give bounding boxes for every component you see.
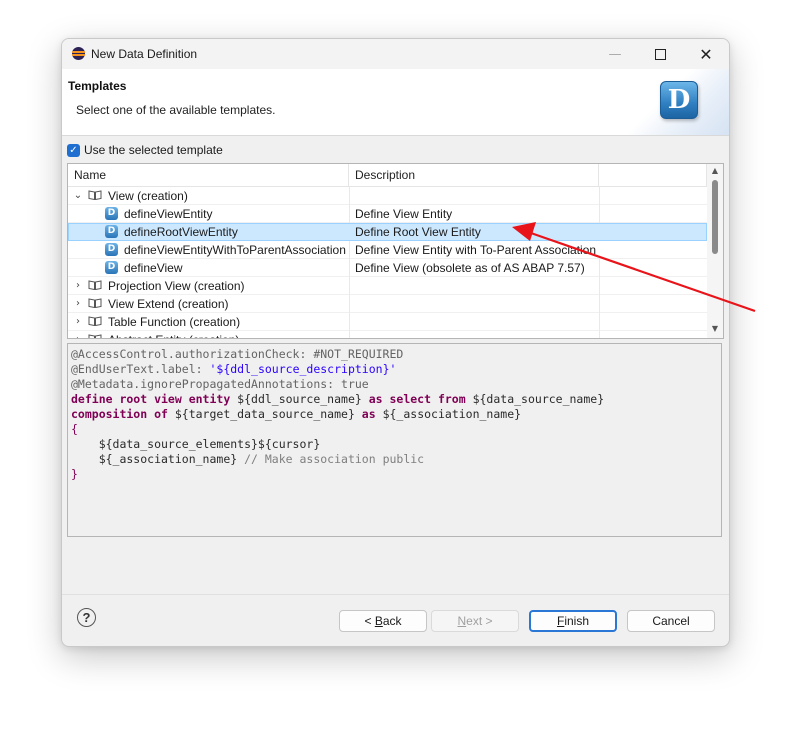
code-keyword: as select from <box>361 392 473 406</box>
title-bar: New Data Definition — ✕ <box>62 39 729 69</box>
code-variable: ${data_source_elements}${cursor} <box>71 437 321 451</box>
tree-row-defineView[interactable]: D defineView Define View (obsolete as of… <box>68 259 707 277</box>
back-label-rest: ack <box>382 614 402 628</box>
tree-row-label: View Extend (creation) <box>108 297 229 311</box>
chevron-right-icon[interactable]: › <box>72 313 84 331</box>
tree-row-description: Define Root View Entity <box>355 225 481 239</box>
chevron-right-icon[interactable]: › <box>72 331 84 338</box>
code-keyword: as <box>354 407 383 421</box>
tree-row-table-function-creation[interactable]: › Table Function (creation) <box>68 313 707 331</box>
back-button[interactable]: < Back <box>339 610 427 632</box>
code-annotation: @AccessControl.authorizationCheck: #NOT_… <box>71 347 404 361</box>
maximize-button[interactable] <box>637 39 683 69</box>
finish-label-mnemonic: F <box>556 614 565 628</box>
tree-rows: ⌄ View (creation) D defineViewEntity Def… <box>68 187 707 338</box>
tree-row-label: defineRootViewEntity <box>124 225 238 239</box>
use-template-checkbox-row[interactable]: ✓ Use the selected template <box>67 142 223 158</box>
code-variable: ${ddl_source_name} <box>237 392 362 406</box>
tree-row-description: Define View Entity with To-Parent Associ… <box>355 243 597 257</box>
book-icon <box>88 190 102 200</box>
finish-label-rest: inish <box>564 614 590 628</box>
tree-row-projection-view-creation[interactable]: › Projection View (creation) <box>68 277 707 295</box>
tree-row-label: Table Function (creation) <box>108 315 241 329</box>
book-icon <box>88 334 102 338</box>
chevron-down-icon[interactable]: ⌄ <box>72 187 84 205</box>
templates-tree[interactable]: Name Description ⌄ View (creation) D def… <box>67 163 724 339</box>
scroll-down-icon[interactable]: ▼ <box>707 322 723 336</box>
use-template-label: Use the selected template <box>84 143 223 157</box>
scroll-up-icon[interactable]: ▲ <box>707 164 723 178</box>
code-variable: ${target_data_source_name} <box>174 407 355 421</box>
tree-row-label: View (creation) <box>108 189 188 203</box>
maximize-icon <box>654 48 666 60</box>
chevron-right-icon[interactable]: › <box>72 277 84 295</box>
finish-button[interactable]: Finish <box>529 610 617 632</box>
code-brace: { <box>71 422 78 436</box>
code-comment: // Make association public <box>237 452 425 466</box>
tree-row-label: Abstract Entity (creation) <box>108 331 239 338</box>
tree-row-defineViewEntity[interactable]: D defineViewEntity Define View Entity <box>68 205 707 223</box>
page-title: Templates <box>68 79 127 93</box>
column-header-extra <box>599 164 707 186</box>
help-button[interactable]: ? <box>77 608 96 627</box>
wizard-header: Templates Select one of the available te… <box>62 69 729 136</box>
code-annotation: @Metadata.ignorePropagatedAnnotations: t… <box>71 377 369 391</box>
column-header-name[interactable]: Name <box>68 164 349 186</box>
tree-row-description: Define View (obsolete as of AS ABAP 7.57… <box>355 261 585 275</box>
back-label-prefix: < <box>364 614 375 628</box>
minimize-button[interactable]: — <box>592 39 638 69</box>
tree-row-label: Projection View (creation) <box>108 279 245 293</box>
book-icon <box>88 280 102 290</box>
tree-row-view-extend-creation[interactable]: › View Extend (creation) <box>68 295 707 313</box>
code-keyword: composition of <box>71 407 175 421</box>
eclipse-app-icon <box>72 47 85 60</box>
template-preview: @AccessControl.authorizationCheck: #NOT_… <box>67 343 722 537</box>
scroll-thumb[interactable] <box>712 180 718 254</box>
tree-vertical-scrollbar[interactable]: ▲ ▼ <box>707 164 723 338</box>
next-button[interactable]: Next > <box>431 610 519 632</box>
next-label-rest: ext > <box>466 614 493 628</box>
ddl-template-icon: D <box>105 261 118 274</box>
book-icon <box>88 298 102 308</box>
window-title: New Data Definition <box>91 47 198 61</box>
tree-row-label: defineViewEntityWithToParentAssociation <box>124 243 346 257</box>
code-keyword: define root view entity <box>71 392 238 406</box>
code-annotation: @EndUserText.label: <box>71 362 210 376</box>
book-icon <box>88 316 102 326</box>
chevron-right-icon[interactable]: › <box>72 295 84 313</box>
ddl-wizard-logo-icon: D <box>660 81 698 119</box>
tree-row-label: defineView <box>124 261 183 275</box>
code-variable: ${_association_name} <box>382 407 522 421</box>
tree-row-view-creation[interactable]: ⌄ View (creation) <box>68 187 707 205</box>
code-variable: ${data_source_name} <box>472 392 605 406</box>
back-label-mnemonic: B <box>374 614 383 628</box>
tree-row-defineViewEntityWithToParentAssociation[interactable]: D defineViewEntityWithToParentAssociatio… <box>68 241 707 259</box>
ddl-template-icon: D <box>105 225 118 238</box>
page-description: Select one of the available templates. <box>76 103 276 117</box>
code-variable: ${_association_name} <box>71 452 238 466</box>
tree-row-abstract-entity-creation[interactable]: › Abstract Entity (creation) <box>68 331 707 338</box>
tree-header: Name Description <box>68 164 707 187</box>
dialog-window: New Data Definition — ✕ Templates Select… <box>61 38 730 647</box>
footer-divider <box>62 594 729 595</box>
use-template-checkbox[interactable]: ✓ <box>67 143 80 157</box>
next-label-mnemonic: N <box>457 614 467 628</box>
ddl-template-icon: D <box>105 243 118 256</box>
tree-row-label: defineViewEntity <box>124 207 213 221</box>
close-button[interactable]: ✕ <box>683 39 729 69</box>
tree-row-description: Define View Entity <box>355 207 453 221</box>
tree-row-defineRootViewEntity[interactable]: D defineRootViewEntity Define Root View … <box>68 223 707 241</box>
code-brace: } <box>71 467 78 481</box>
code-string: '${ddl_source_description}' <box>209 362 397 376</box>
column-header-description[interactable]: Description <box>349 164 599 186</box>
ddl-template-icon: D <box>105 207 118 220</box>
cancel-button[interactable]: Cancel <box>627 610 715 632</box>
